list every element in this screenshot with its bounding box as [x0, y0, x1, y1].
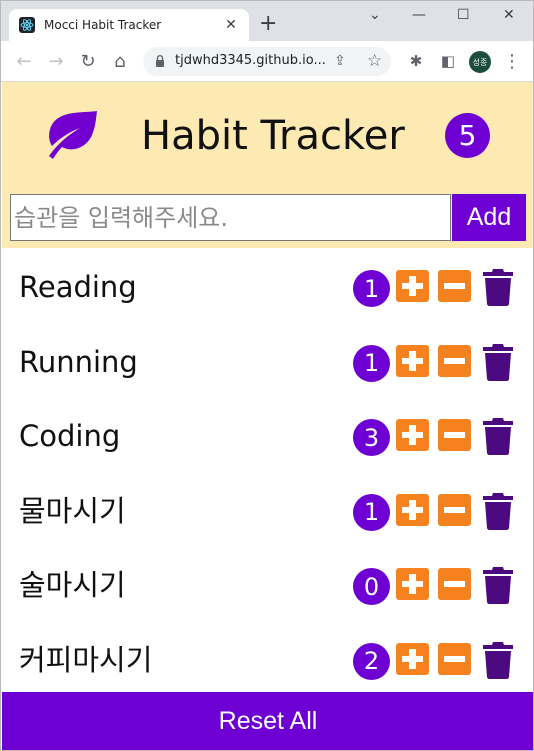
habit-item: Coding 3 — [2, 397, 533, 471]
delete-button[interactable] — [482, 266, 514, 306]
add-button[interactable]: Add — [452, 194, 526, 241]
habit-item: 물마시기 1 — [2, 472, 533, 546]
habit-count-badge: 3 — [353, 419, 390, 456]
close-window-icon[interactable]: ✕ — [503, 7, 515, 23]
app-header: Habit Tracker 5 — [2, 82, 533, 192]
bookmark-star-icon[interactable]: ☆ — [367, 51, 382, 71]
decrease-button[interactable] — [438, 642, 471, 675]
back-icon[interactable]: ← — [13, 50, 35, 72]
habit-item: Reading 1 — [2, 248, 533, 322]
tab-search-icon[interactable]: ⌄ — [369, 7, 381, 23]
menu-icon[interactable]: ⋮ — [501, 50, 523, 72]
delete-button[interactable] — [482, 415, 514, 455]
tab-bar: Mocci Habit Tracker ✕ + ⌄ — ☐ ✕ — [1, 1, 533, 41]
decrease-button[interactable] — [438, 270, 471, 302]
plus-icon — [402, 648, 423, 669]
total-count-badge: 5 — [445, 113, 490, 158]
increase-button[interactable] — [396, 270, 429, 302]
home-icon[interactable]: ⌂ — [109, 50, 131, 72]
browser-toolbar: ← → ↻ ⌂ tjdwhd3345.github.io... ⇪ ☆ ✱ ◧ … — [1, 41, 533, 82]
trash-icon — [483, 567, 513, 604]
minus-icon — [444, 506, 465, 513]
tab-title: Mocci Habit Tracker — [44, 18, 162, 32]
forward-icon[interactable]: → — [45, 50, 67, 72]
habit-count-badge: 1 — [353, 493, 390, 531]
habit-name: Coding — [19, 419, 121, 453]
react-icon — [19, 17, 35, 33]
plus-icon — [402, 499, 423, 520]
habit-count-badge: 0 — [353, 568, 390, 605]
url-text: tjdwhd3345.github.io... — [175, 53, 326, 68]
habit-name: Running — [19, 344, 138, 379]
minus-icon — [444, 581, 465, 587]
trash-icon — [483, 269, 513, 306]
habit-name: Reading — [19, 270, 137, 304]
habit-input[interactable] — [10, 194, 451, 241]
decrease-button[interactable] — [438, 419, 471, 451]
browser-window: Mocci Habit Tracker ✕ + ⌄ — ☐ ✕ ← → ↻ ⌂ … — [0, 0, 534, 751]
reload-icon[interactable]: ↻ — [77, 50, 99, 72]
plus-icon — [402, 276, 423, 296]
habit-name: 커피마시기 — [19, 642, 153, 677]
minus-icon — [444, 655, 465, 662]
share-icon[interactable]: ⇪ — [334, 53, 346, 69]
decrease-button[interactable] — [438, 568, 471, 600]
habit-tracker-app: Habit Tracker 5 Add Reading 1 — [2, 82, 533, 750]
increase-button[interactable] — [396, 493, 429, 526]
trash-icon — [483, 641, 513, 679]
close-tab-icon[interactable]: ✕ — [223, 17, 239, 33]
decrease-button[interactable] — [438, 344, 471, 377]
trash-icon — [483, 492, 513, 530]
habit-name: 술마시기 — [19, 568, 126, 602]
new-tab-icon[interactable]: + — [259, 13, 277, 35]
trash-icon — [483, 343, 513, 381]
habit-item: Running 1 — [2, 323, 533, 397]
trash-icon — [483, 418, 513, 455]
plus-icon — [402, 350, 423, 371]
add-habit-form: Add — [2, 192, 533, 248]
delete-button[interactable] — [482, 490, 514, 530]
increase-button[interactable] — [396, 344, 429, 377]
minus-icon — [444, 432, 465, 438]
habit-count-badge: 2 — [353, 642, 390, 680]
increase-button[interactable] — [396, 642, 429, 675]
habit-item: 커피마시기 2 — [2, 621, 533, 695]
plus-icon — [402, 574, 423, 594]
habit-count-badge: 1 — [353, 270, 390, 307]
habit-name: 물마시기 — [19, 493, 126, 528]
increase-button[interactable] — [396, 568, 429, 600]
minus-icon — [444, 283, 465, 289]
maximize-icon[interactable]: ☐ — [457, 7, 470, 23]
delete-button[interactable] — [482, 564, 514, 604]
increase-button[interactable] — [396, 419, 429, 451]
lock-icon — [156, 55, 164, 67]
leaf-icon — [49, 111, 97, 159]
side-panel-icon[interactable]: ◧ — [437, 50, 459, 72]
app-title: Habit Tracker — [141, 113, 405, 159]
address-bar[interactable]: tjdwhd3345.github.io... ⇪ ☆ — [143, 47, 391, 76]
minimize-icon[interactable]: — — [412, 7, 426, 23]
habit-count-badge: 1 — [353, 344, 390, 382]
plus-icon — [402, 425, 423, 445]
decrease-button[interactable] — [438, 493, 471, 526]
habit-item: 술마시기 0 — [2, 546, 533, 620]
browser-tab[interactable]: Mocci Habit Tracker ✕ — [9, 9, 249, 41]
minus-icon — [444, 357, 465, 364]
profile-avatar[interactable]: 성종 — [469, 51, 491, 73]
delete-button[interactable] — [482, 341, 514, 381]
extensions-icon[interactable]: ✱ — [405, 50, 427, 72]
delete-button[interactable] — [482, 639, 514, 679]
reset-all-button[interactable]: Reset All — [2, 692, 533, 750]
